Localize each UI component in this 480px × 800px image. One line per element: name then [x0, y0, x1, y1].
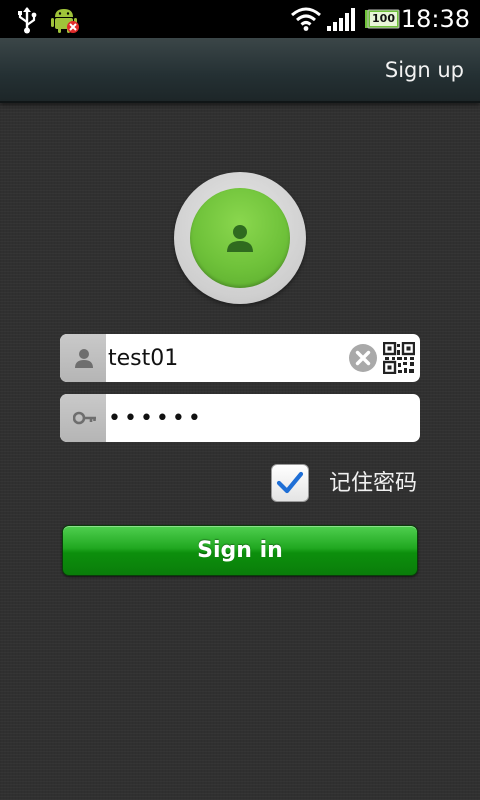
username-input[interactable] — [108, 334, 348, 382]
remember-password-label: 记住密码 — [329, 471, 418, 496]
qr-code-icon[interactable] — [383, 342, 415, 374]
password-field — [60, 394, 420, 442]
battery-icon: 100 — [364, 9, 400, 29]
checkmark-icon — [276, 471, 304, 494]
status-bar: 100 18:38 — [0, 0, 480, 38]
usb-icon — [18, 7, 37, 34]
status-clock: 18:38 — [400, 5, 470, 33]
avatar-circle — [190, 188, 290, 288]
sign-in-button[interactable]: Sign in — [62, 525, 418, 576]
sign-up-button[interactable]: Sign up — [385, 56, 464, 84]
username-field — [60, 334, 420, 382]
signal-icon — [327, 8, 355, 31]
avatar — [174, 172, 306, 304]
user-icon — [75, 349, 93, 368]
android-debug-icon — [51, 9, 79, 33]
login-screen: 100 18:38 Sign up test01 •••••• 记住密码 Sig… — [0, 0, 480, 800]
username-field-icon-box — [60, 334, 106, 382]
battery-level: 100 — [372, 12, 395, 25]
key-icon — [73, 411, 96, 425]
action-bar: Sign up — [0, 38, 480, 103]
remember-password-checkbox[interactable] — [271, 464, 309, 502]
clear-input-icon[interactable] — [348, 343, 378, 373]
password-input[interactable] — [108, 394, 408, 442]
wifi-icon — [291, 7, 321, 31]
password-field-icon-box — [60, 394, 106, 442]
user-avatar-icon — [227, 225, 253, 252]
